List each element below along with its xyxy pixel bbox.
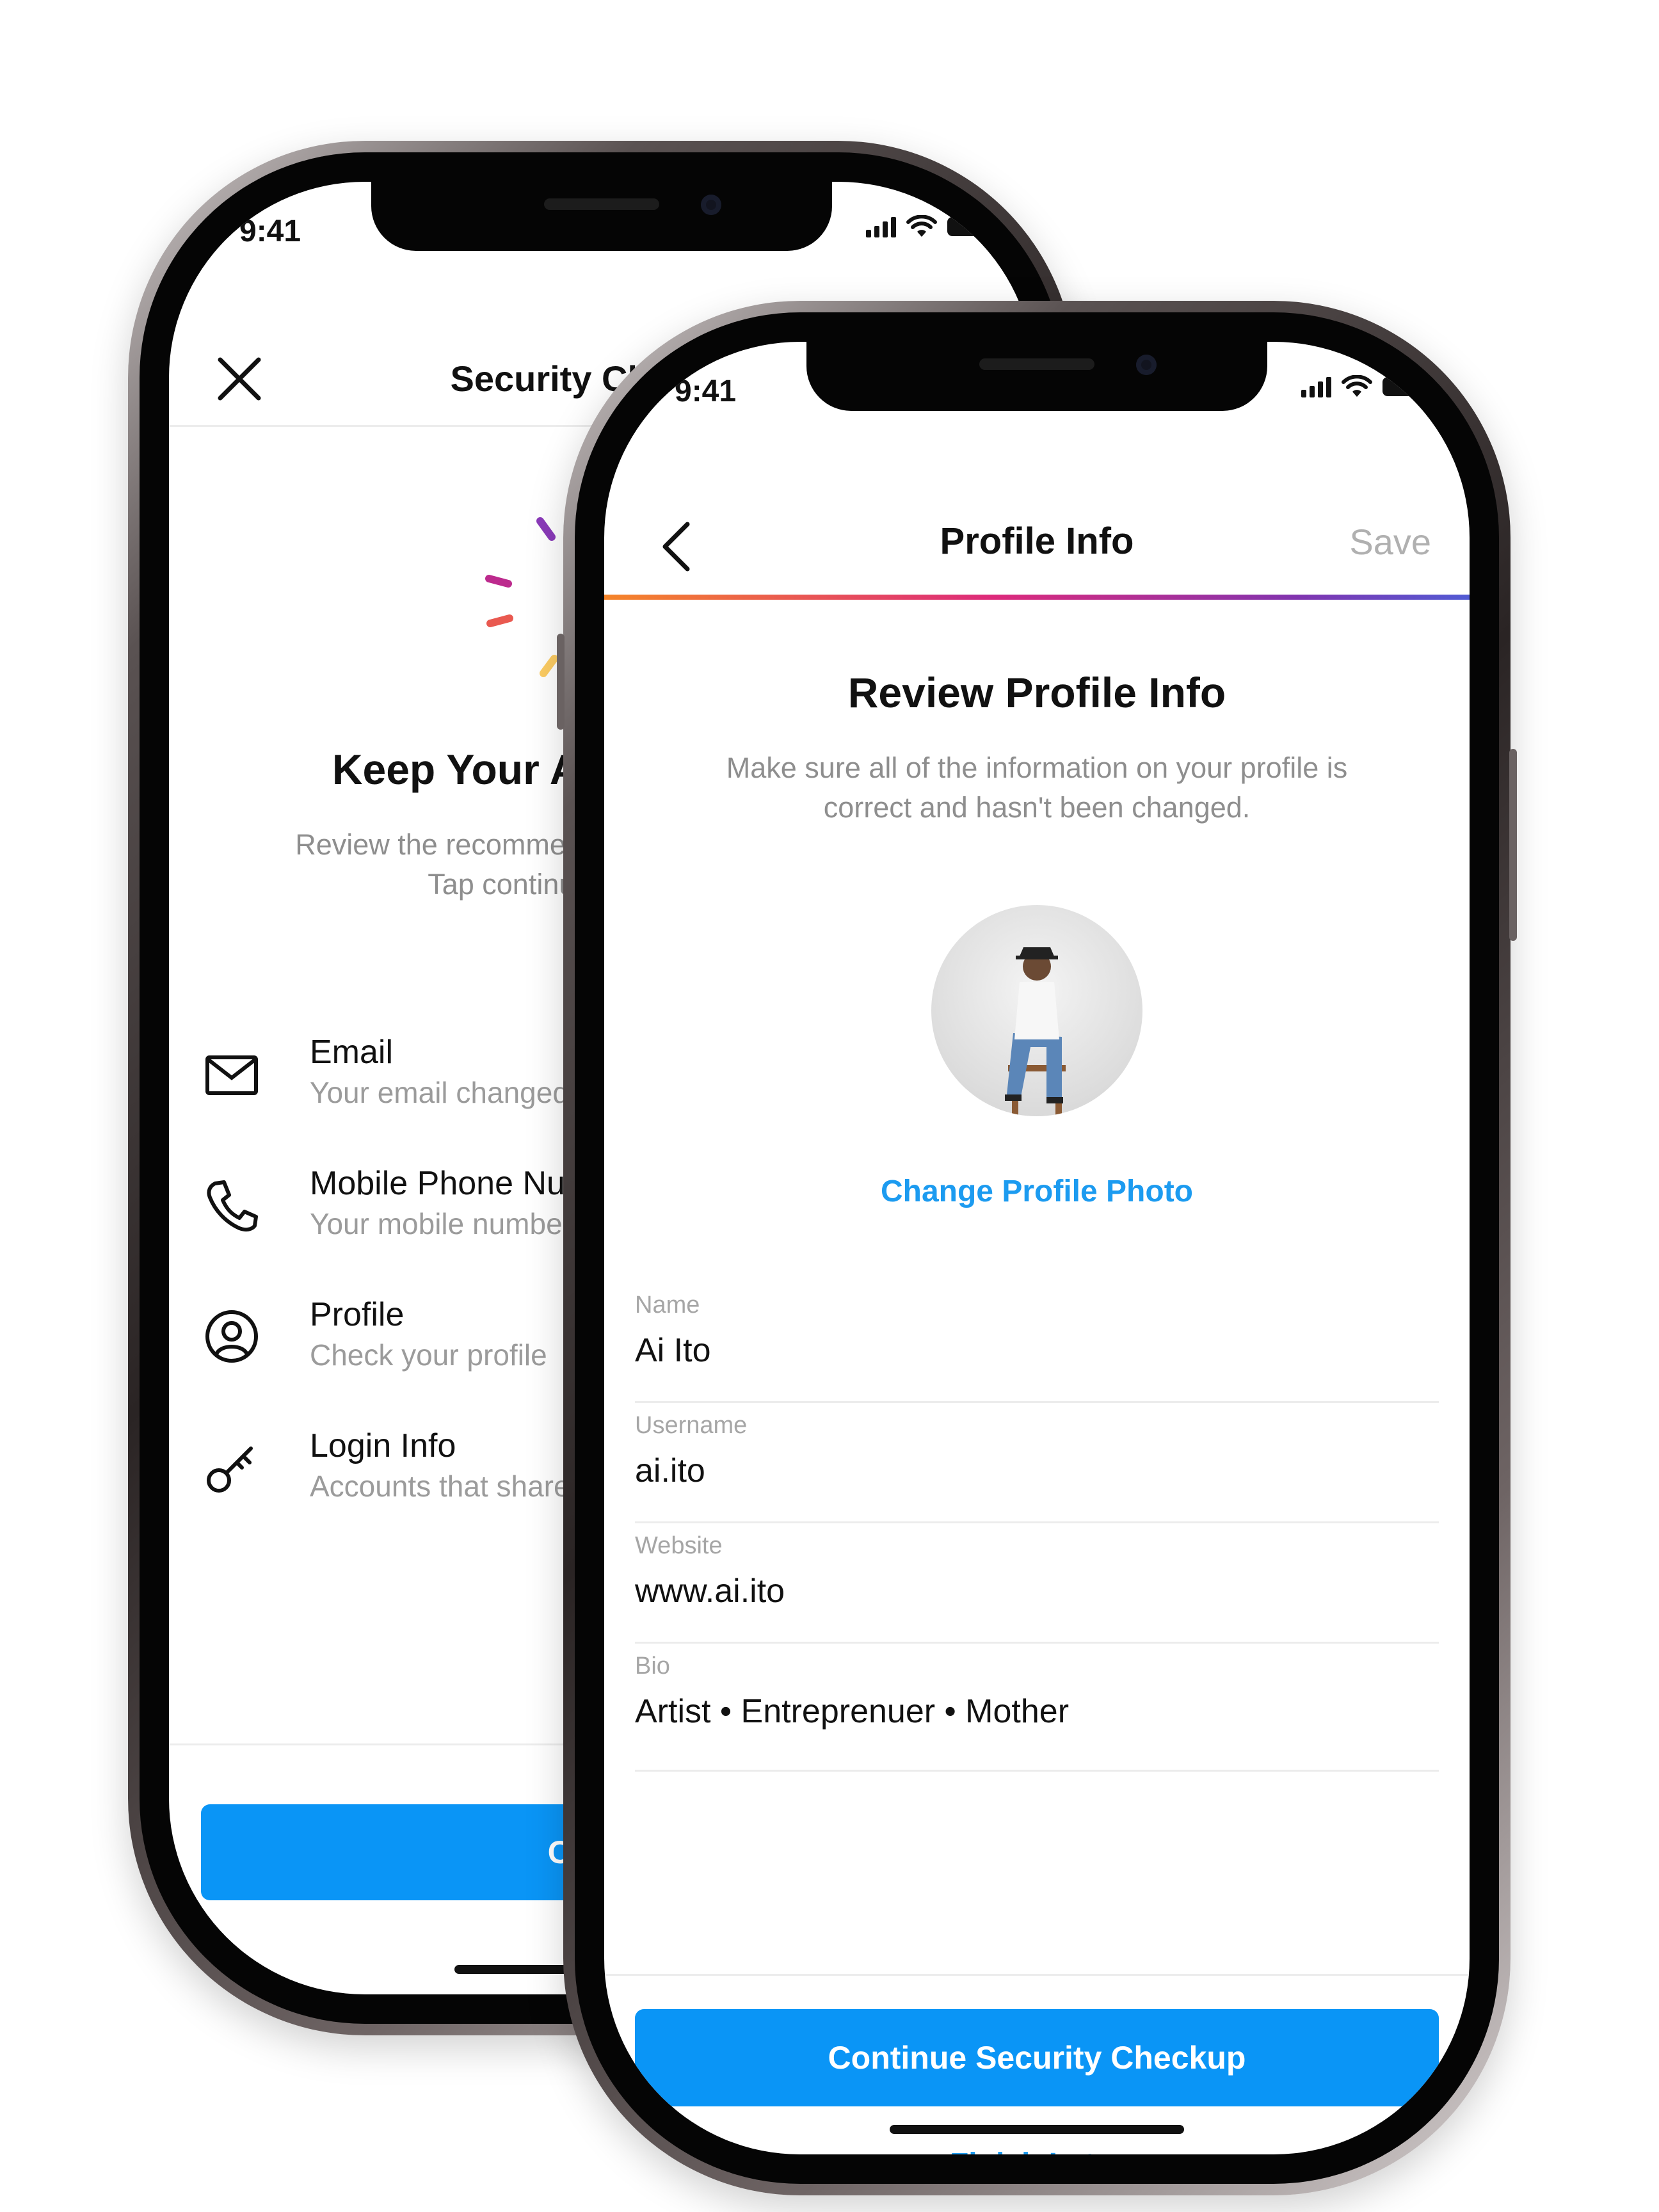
field-value[interactable]: Artist • Entreprenuer • Mother <box>635 1692 1069 1731</box>
profile-info-screen: 9:41 Profile Info Save Review Profile In… <box>604 342 1470 2154</box>
camera <box>701 195 721 215</box>
username-field[interactable]: Username ai.ito <box>635 1403 1439 1523</box>
page-heading: Review Profile Info <box>847 669 1226 716</box>
page-description: Make sure all of the information on your… <box>726 751 1348 824</box>
front-phone: 9:41 Profile Info Save Review Profile In… <box>557 301 1517 2195</box>
field-value[interactable]: Ai Ito <box>635 1331 711 1370</box>
continue-security-checkup-button[interactable]: Continue Security Checkup <box>635 2009 1439 2106</box>
key-icon <box>207 1447 253 1493</box>
wifi-icon <box>1342 375 1372 397</box>
field-label: Website <box>635 1532 723 1559</box>
field-value[interactable]: ai.ito <box>635 1452 705 1490</box>
field-value[interactable]: www.ai.ito <box>635 1572 785 1610</box>
checklist-item-subtitle: Accounts that share <box>310 1470 570 1503</box>
footer-divider <box>604 1974 1470 1976</box>
home-indicator[interactable] <box>890 2125 1184 2134</box>
status-icons <box>866 215 995 238</box>
battery-icon <box>1382 377 1430 396</box>
notch <box>371 182 832 251</box>
signal-icon <box>1301 376 1331 397</box>
checklist-item-title: Login Info <box>310 1427 456 1464</box>
progress-bar <box>604 595 1470 600</box>
camera <box>1136 355 1157 375</box>
change-profile-photo-link[interactable]: Change Profile Photo <box>604 1174 1470 1209</box>
website-field[interactable]: Website www.ai.ito <box>635 1523 1439 1644</box>
front-phone-bezel: 9:41 Profile Info Save Review Profile In… <box>575 312 1499 2184</box>
checklist-item-subtitle: Your email changed <box>310 1076 569 1109</box>
field-label: Name <box>635 1292 700 1318</box>
notch <box>806 342 1267 411</box>
mail-icon <box>205 1055 258 1095</box>
speaker <box>979 358 1094 370</box>
profile-icon <box>205 1310 258 1363</box>
field-label: Bio <box>635 1653 670 1679</box>
avatar[interactable] <box>931 905 1142 1116</box>
name-field[interactable]: Name Ai Ito <box>635 1283 1439 1403</box>
status-time: 9:41 <box>239 214 301 248</box>
checklist-item-title: Profile <box>310 1296 405 1333</box>
checklist-item-title: Email <box>310 1034 394 1071</box>
battery-icon <box>947 217 995 236</box>
nav-title: Profile Info <box>940 520 1134 562</box>
save-button[interactable]: Save <box>1349 521 1431 563</box>
avatar-photo <box>1005 947 1066 1116</box>
power-button <box>1509 749 1517 941</box>
status-icons <box>1301 375 1430 398</box>
bio-field[interactable]: Bio Artist • Entreprenuer • Mother <box>635 1644 1439 1772</box>
finish-later-link[interactable]: Finish Later <box>604 2147 1470 2154</box>
speaker <box>544 198 659 210</box>
phone-icon <box>207 1180 258 1232</box>
checklist-item-subtitle: Your mobile number <box>310 1207 572 1240</box>
field-label: Username <box>635 1412 748 1439</box>
checklist-item-subtitle: Check your profile <box>310 1338 547 1372</box>
wifi-icon <box>906 215 937 237</box>
mute-switch <box>557 634 565 730</box>
status-time: 9:41 <box>675 374 737 408</box>
signal-icon <box>866 216 896 237</box>
